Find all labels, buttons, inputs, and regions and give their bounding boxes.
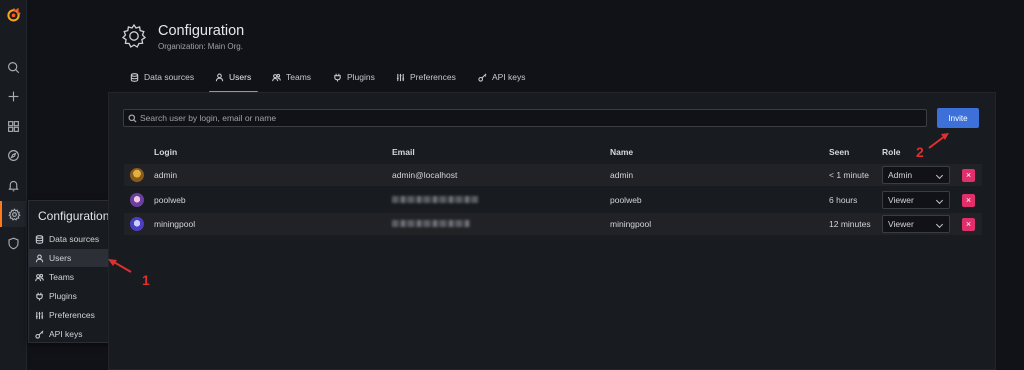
redacted-email bbox=[392, 220, 470, 227]
key-icon bbox=[35, 330, 44, 339]
flyout-item-teams[interactable]: Teams bbox=[29, 268, 116, 286]
table-row: poolweb poolweb 6 hours Viewer × bbox=[124, 189, 982, 211]
tab-plugins[interactable]: Plugins bbox=[333, 72, 375, 92]
tab-label: Preferences bbox=[410, 72, 456, 82]
page-subtitle: Organization: Main Org. bbox=[158, 42, 243, 51]
tab-preferences[interactable]: Preferences bbox=[396, 72, 456, 92]
search-input[interactable] bbox=[140, 113, 900, 123]
search-icon[interactable] bbox=[5, 59, 21, 75]
flyout-item-label: Preferences bbox=[49, 310, 95, 320]
flyout-item-label: Users bbox=[49, 253, 72, 263]
key-icon bbox=[478, 73, 487, 82]
gear-icon bbox=[120, 22, 148, 50]
flyout-item-users[interactable]: Users bbox=[29, 249, 116, 267]
user-email[interactable]: admin@localhost bbox=[392, 170, 457, 180]
column-header-seen: Seen bbox=[829, 147, 850, 157]
user-icon bbox=[215, 73, 224, 82]
page-title: Configuration bbox=[158, 23, 245, 39]
users-icon bbox=[35, 273, 44, 281]
avatar bbox=[130, 168, 144, 182]
chevron-down-icon bbox=[935, 220, 944, 229]
flyout-item-plugins[interactable]: Plugins bbox=[29, 287, 116, 305]
flyout-title: Configuration bbox=[38, 209, 110, 223]
explore-icon[interactable] bbox=[5, 147, 21, 163]
users-icon bbox=[272, 73, 281, 82]
sliders-icon bbox=[35, 311, 44, 319]
user-login[interactable]: miningpool bbox=[154, 219, 195, 229]
role-select[interactable]: Viewer bbox=[882, 191, 950, 209]
flyout-item-api-keys[interactable]: API keys bbox=[29, 325, 116, 343]
user-name[interactable]: miningpool bbox=[610, 219, 651, 229]
user-seen: 12 minutes bbox=[829, 219, 871, 229]
tab-api-keys[interactable]: API keys bbox=[478, 72, 526, 92]
column-header-email: Email bbox=[392, 147, 415, 157]
column-header-login: Login bbox=[154, 147, 178, 157]
tab-data-sources[interactable]: Data sources bbox=[130, 72, 194, 92]
sliders-icon bbox=[396, 73, 405, 82]
configuration-icon[interactable] bbox=[0, 201, 27, 227]
flyout-item-label: Teams bbox=[49, 272, 75, 282]
dashboards-icon[interactable] bbox=[5, 118, 21, 134]
invite-button[interactable]: Invite bbox=[937, 108, 979, 128]
delete-user-button[interactable]: × bbox=[962, 218, 975, 231]
chevron-down-icon bbox=[935, 196, 944, 205]
configuration-flyout-menu: Configuration Data sources Users Teams P… bbox=[28, 200, 116, 343]
tab-label: API keys bbox=[492, 72, 526, 82]
alerting-icon[interactable] bbox=[5, 177, 21, 193]
plus-icon[interactable] bbox=[5, 88, 21, 104]
grafana-logo-icon[interactable] bbox=[5, 6, 22, 23]
user-name[interactable]: admin bbox=[610, 170, 633, 180]
plug-icon bbox=[36, 292, 43, 301]
role-value: Viewer bbox=[888, 195, 914, 205]
redacted-email bbox=[392, 196, 478, 203]
tab-label: Teams bbox=[286, 72, 312, 82]
tab-teams[interactable]: Teams bbox=[272, 72, 311, 92]
user-icon bbox=[35, 254, 44, 262]
annotation-label-1: 1 bbox=[142, 272, 150, 288]
user-seen: < 1 minute bbox=[829, 170, 869, 180]
chevron-down-icon bbox=[935, 171, 944, 180]
table-row: admin admin@localhost admin < 1 minute A… bbox=[124, 164, 982, 186]
flyout-item-preferences[interactable]: Preferences bbox=[29, 306, 116, 324]
annotation-label-2: 2 bbox=[916, 144, 924, 160]
role-value: Admin bbox=[888, 170, 913, 180]
user-seen: 6 hours bbox=[829, 195, 858, 205]
tab-label: Plugins bbox=[347, 72, 375, 82]
side-nav bbox=[0, 0, 27, 370]
table-row: miningpool miningpool 12 minutes Viewer … bbox=[124, 213, 982, 235]
user-login[interactable]: poolweb bbox=[154, 195, 186, 205]
tab-label: Data sources bbox=[144, 72, 195, 82]
flyout-item-label: API keys bbox=[49, 329, 83, 339]
column-header-role: Role bbox=[882, 147, 901, 157]
search-icon bbox=[128, 113, 137, 123]
plug-icon bbox=[334, 73, 341, 82]
flyout-item-data-sources[interactable]: Data sources bbox=[29, 230, 116, 248]
database-icon bbox=[130, 73, 139, 82]
column-header-name: Name bbox=[610, 147, 634, 157]
search-box bbox=[123, 109, 927, 127]
flyout-item-label: Plugins bbox=[49, 291, 77, 301]
role-select[interactable]: Admin bbox=[882, 166, 950, 184]
role-select[interactable]: Viewer bbox=[882, 215, 950, 233]
shield-icon[interactable] bbox=[5, 235, 21, 251]
avatar bbox=[130, 217, 144, 231]
role-value: Viewer bbox=[888, 219, 914, 229]
database-icon bbox=[35, 234, 44, 244]
flyout-item-label: Data sources bbox=[49, 234, 100, 244]
delete-user-button[interactable]: × bbox=[962, 194, 975, 207]
user-login[interactable]: admin bbox=[154, 170, 177, 180]
tab-users[interactable]: Users bbox=[208, 72, 259, 93]
avatar bbox=[130, 193, 144, 207]
tab-label: Users bbox=[229, 72, 252, 82]
delete-user-button[interactable]: × bbox=[962, 169, 975, 182]
user-name[interactable]: poolweb bbox=[610, 195, 642, 205]
